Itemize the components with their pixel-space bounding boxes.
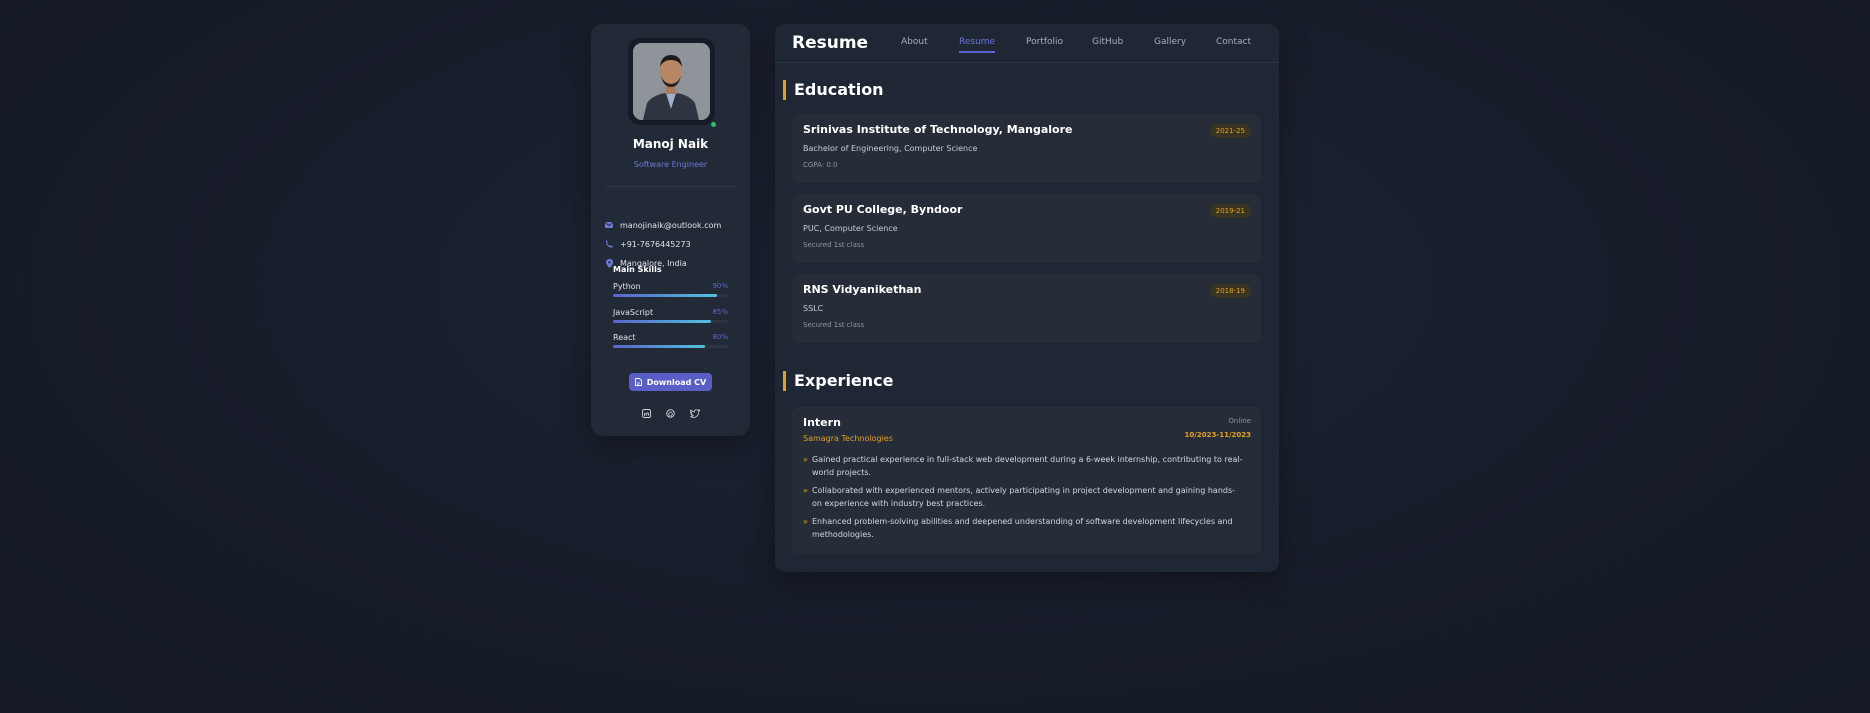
social-links: [591, 408, 750, 418]
skill-track: [613, 320, 728, 323]
profile-name: Manoj Naik: [632, 137, 709, 151]
education-card: Srinivas Institute of Technology, Mangal…: [792, 114, 1261, 183]
education-note: CGPA: 0.0: [803, 161, 838, 169]
profile-sidebar: Manoj Naik Software Engineer manojinaik@…: [591, 24, 750, 436]
page-title: Resume: [792, 33, 869, 53]
bullet-text: Gained practical experience in full-stac…: [812, 455, 1243, 477]
nav-portfolio[interactable]: Portfolio: [1026, 37, 1063, 51]
contact-email-text: manojinaik@outlook.com: [620, 220, 722, 230]
skill-percent: 90%: [712, 282, 728, 290]
skills-heading: Main Skills: [613, 265, 662, 274]
bullet-marker-icon: »: [803, 455, 808, 464]
nav-resume[interactable]: Resume: [959, 37, 996, 53]
mail-icon: [604, 222, 614, 228]
experience-bullet: » Collaborated with experienced mentors,…: [803, 484, 1243, 510]
skill-percent: 85%: [712, 308, 728, 316]
education-card: RNS Vidyanikethan 2018-19 SSLC Secured 1…: [792, 274, 1261, 343]
degree: Bachelor of Engineering, Computer Scienc…: [803, 144, 978, 153]
education-heading: Education: [783, 80, 884, 100]
experience-bullet: » Gained practical experience in full-st…: [803, 453, 1243, 479]
job-dates: 10/2023-11/2023: [1184, 431, 1251, 439]
contact-email[interactable]: manojinaik@outlook.com: [604, 219, 721, 231]
twitter-icon[interactable]: [689, 408, 700, 418]
education-card: Govt PU College, Byndoor 2019-21 PUC, Co…: [792, 194, 1261, 263]
experience-bullet: » Enhanced problem-solving abilities and…: [803, 515, 1243, 541]
skill-name: Python: [613, 282, 641, 291]
skill-name: JavaScript: [613, 308, 654, 317]
nav-github[interactable]: GitHub: [1092, 37, 1123, 51]
github-icon[interactable]: [666, 408, 676, 418]
year-badge: 2019-21: [1209, 204, 1251, 218]
year-badge: 2018-19: [1209, 284, 1251, 298]
bullet-text: Enhanced problem-solving abilities and d…: [812, 517, 1233, 539]
bullet-marker-icon: »: [803, 486, 808, 495]
school-name: Govt PU College, Byndoor: [803, 203, 963, 216]
experience-heading: Experience: [783, 371, 894, 391]
contact-phone-text: +91-7676445273: [620, 239, 691, 249]
nav-about[interactable]: About: [901, 37, 928, 51]
school-name: RNS Vidyanikethan: [803, 283, 922, 296]
education-note: Secured 1st class: [803, 241, 865, 249]
divider: [606, 186, 735, 187]
avatar: [633, 43, 710, 120]
bullet-marker-icon: »: [803, 517, 808, 526]
degree: PUC, Computer Science: [803, 224, 898, 233]
experience-card: Intern Online Samagra Technologies 10/20…: [792, 407, 1261, 554]
degree: SSLC: [803, 304, 824, 313]
top-navigation: Resume About Resume Portfolio GitHub Gal…: [775, 24, 1279, 63]
nav-gallery[interactable]: Gallery: [1154, 37, 1186, 51]
school-name: Srinivas Institute of Technology, Mangal…: [803, 123, 1073, 136]
resume-panel: Resume About Resume Portfolio GitHub Gal…: [775, 24, 1279, 572]
work-mode: Online: [1228, 417, 1251, 425]
download-cv-label: Download CV: [646, 377, 707, 387]
contact-phone[interactable]: +91-7676445273: [604, 238, 691, 250]
linkedin-icon[interactable]: [642, 408, 652, 418]
company-name: Samagra Technologies: [803, 434, 893, 443]
nav-contact[interactable]: Contact: [1216, 37, 1251, 51]
download-cv-button[interactable]: Download CV: [629, 373, 712, 391]
skill-track: [613, 345, 728, 348]
skill-javascript: JavaScript 85%: [613, 308, 728, 328]
profile-role: Software Engineer: [633, 160, 708, 169]
job-title: Intern: [803, 416, 841, 429]
phone-icon: [604, 240, 614, 248]
skill-bar: [613, 345, 705, 348]
skill-name: React: [613, 333, 636, 342]
skill-percent: 80%: [712, 333, 728, 341]
online-status-dot: [709, 120, 718, 129]
skill-react: React 80%: [613, 333, 728, 353]
education-note: Secured 1st class: [803, 321, 865, 329]
skill-bar: [613, 320, 711, 323]
skill-python: Python 90%: [613, 282, 728, 302]
skill-track: [613, 294, 728, 297]
skill-bar: [613, 294, 717, 297]
document-icon: [634, 378, 642, 386]
avatar-frame: [628, 38, 715, 125]
year-badge: 2021-25: [1209, 124, 1251, 138]
bullet-text: Collaborated with experienced mentors, a…: [812, 486, 1236, 508]
